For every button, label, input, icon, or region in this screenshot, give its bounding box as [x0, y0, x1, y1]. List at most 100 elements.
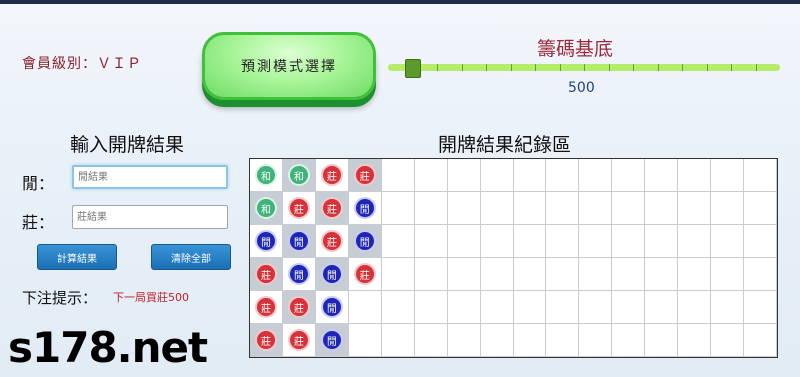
- record-cell: [678, 258, 712, 291]
- result-chip: 莊: [254, 263, 277, 285]
- result-chip: 閒: [320, 329, 343, 351]
- record-cell: [546, 225, 580, 258]
- record-cell: 和: [250, 159, 283, 192]
- record-cell: [447, 291, 481, 324]
- record-cell: [480, 192, 514, 225]
- record-cell: [744, 192, 777, 225]
- record-cell: 莊: [250, 324, 283, 357]
- record-cell: [513, 258, 547, 291]
- zhuang-input[interactable]: [72, 205, 228, 229]
- record-cell: 莊: [315, 159, 349, 192]
- record-cell: 閒: [348, 192, 382, 225]
- record-cell: [480, 159, 514, 192]
- bet-hint-label: 下注提示：: [22, 289, 98, 307]
- record-cell: [414, 159, 448, 192]
- zhuang-label: 莊：: [22, 213, 55, 232]
- record-cell: [744, 324, 777, 357]
- result-chip: 閒: [254, 230, 277, 252]
- result-chip: 莊: [287, 329, 310, 351]
- record-cell: [678, 192, 712, 225]
- record-cell: 閒: [315, 324, 349, 357]
- chip-base-value: 500: [568, 80, 595, 96]
- slider-ticks: [388, 64, 780, 71]
- record-cell: 閒: [348, 225, 382, 258]
- record-cell: [579, 159, 613, 192]
- record-cell: [612, 159, 646, 192]
- record-cell: 莊: [250, 258, 283, 291]
- input-section-title: 輸入開牌結果: [70, 134, 185, 156]
- record-cell: [579, 192, 613, 225]
- slider-tick: [584, 64, 585, 71]
- record-cell: 莊: [282, 324, 316, 357]
- result-chip: 莊: [287, 296, 310, 318]
- record-cell: [348, 324, 382, 357]
- result-chip: 莊: [353, 263, 376, 285]
- result-chip: 莊: [320, 230, 343, 252]
- record-cell: 閒: [282, 225, 316, 258]
- record-cell: [480, 225, 514, 258]
- record-cell: [645, 225, 679, 258]
- record-cell: [381, 258, 415, 291]
- record-cell: [678, 324, 712, 357]
- record-cell: [711, 291, 745, 324]
- record-cell: [711, 324, 745, 357]
- record-cell: 莊: [282, 192, 316, 225]
- record-cell: [645, 192, 679, 225]
- record-cell: [381, 324, 415, 357]
- record-cell: [678, 159, 712, 192]
- record-cell: [381, 225, 415, 258]
- record-cell: [414, 225, 448, 258]
- record-cell: [414, 258, 448, 291]
- record-cell: 閒: [315, 291, 349, 324]
- prediction-mode-label: 預測模式選擇: [241, 59, 337, 75]
- slider-tick: [682, 64, 683, 71]
- record-cell: 和: [250, 192, 283, 225]
- record-cell: 閒: [282, 258, 316, 291]
- result-chip: 閒: [287, 263, 310, 285]
- record-cell: 莊: [348, 258, 382, 291]
- record-cell: [711, 258, 745, 291]
- result-chip: 莊: [287, 197, 310, 219]
- record-cell: [645, 159, 679, 192]
- record-cell: [546, 324, 580, 357]
- chip-base-title: 籌碼基底: [537, 38, 614, 60]
- record-cell: [744, 159, 777, 192]
- prediction-mode-button[interactable]: 預測模式選擇: [202, 32, 376, 100]
- record-cell: [513, 225, 547, 258]
- slider-tick: [706, 64, 708, 71]
- record-cell: 閒: [315, 258, 349, 291]
- calculate-button[interactable]: 計算結果: [37, 244, 117, 270]
- record-cell: [381, 291, 415, 324]
- record-cell: [744, 291, 777, 324]
- record-cell: 莊: [250, 291, 283, 324]
- record-cell: 莊: [315, 225, 349, 258]
- record-section-title: 開牌結果紀錄區: [438, 134, 572, 156]
- slider-thumb[interactable]: [404, 59, 421, 78]
- record-grid: 和和莊莊和莊莊閒閒閒莊閒莊閒閒莊莊莊閒莊莊閒: [249, 158, 778, 358]
- record-cell: [645, 324, 679, 357]
- result-chip: 閒: [353, 197, 376, 219]
- record-cell: [546, 159, 580, 192]
- record-cell: [744, 258, 777, 291]
- slider-tick: [657, 64, 659, 71]
- record-cell: [513, 291, 547, 324]
- record-cell: [348, 291, 382, 324]
- record-cell: [414, 192, 448, 225]
- slider-tick: [731, 64, 732, 71]
- record-cell: [579, 291, 613, 324]
- record-cell: [711, 225, 745, 258]
- record-cell: [711, 159, 745, 192]
- record-cell: [447, 258, 481, 291]
- clear-all-button[interactable]: 清除全部: [151, 244, 231, 270]
- chip-base-slider[interactable]: [388, 64, 780, 71]
- record-cell: [414, 291, 448, 324]
- slider-tick: [437, 64, 438, 71]
- record-cell: 莊: [348, 159, 382, 192]
- record-cell: [546, 192, 580, 225]
- record-cell: [381, 159, 415, 192]
- xian-input[interactable]: [72, 165, 228, 189]
- record-cell: [513, 324, 547, 357]
- record-cell: [447, 324, 481, 357]
- top-band: [0, 0, 800, 4]
- result-chip: 莊: [320, 164, 343, 186]
